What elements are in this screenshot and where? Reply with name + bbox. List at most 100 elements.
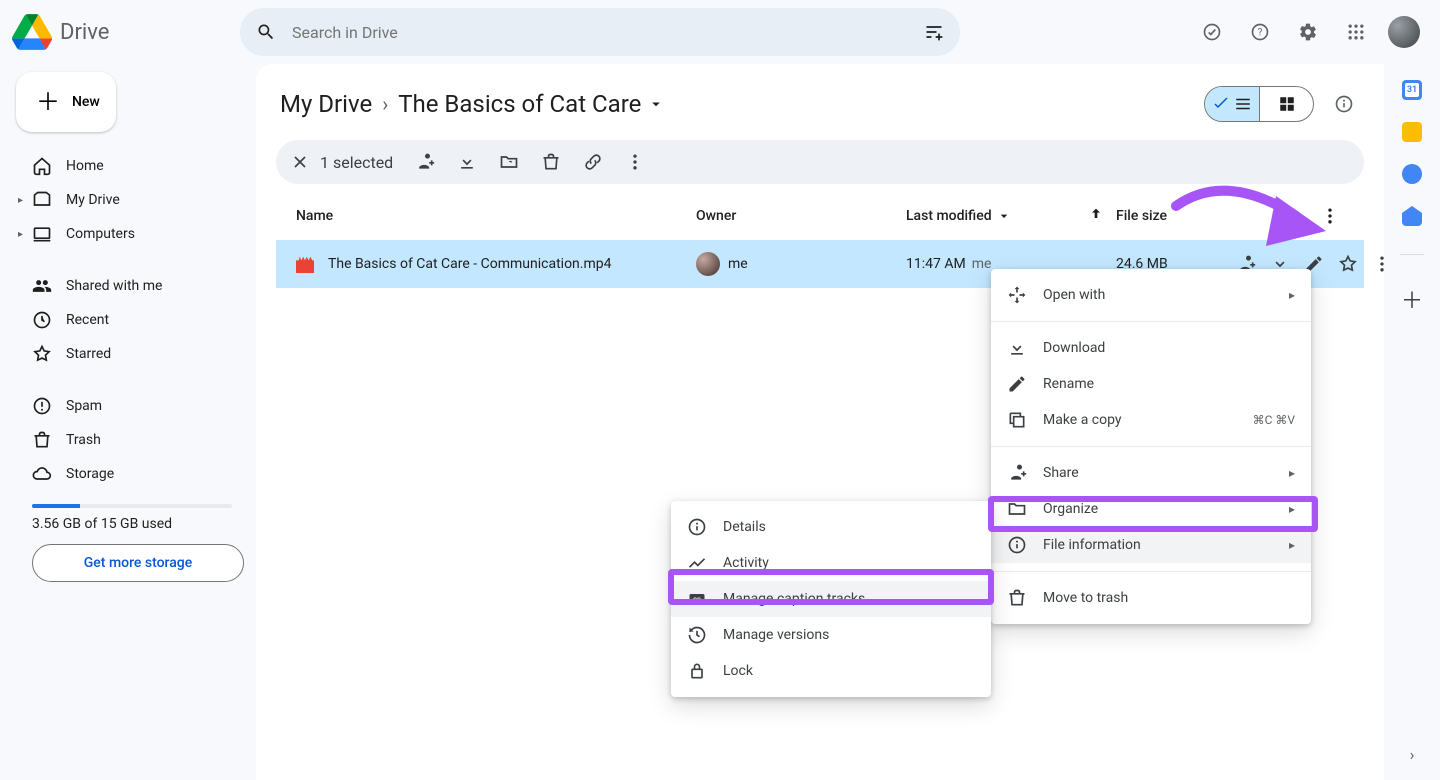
star-icon[interactable] bbox=[1338, 254, 1358, 274]
menu-make-copy[interactable]: Make a copy ⌘C ⌘V bbox=[991, 402, 1311, 438]
sidebar-item-starred[interactable]: Starred bbox=[16, 338, 244, 370]
history-icon bbox=[687, 625, 707, 645]
more-icon[interactable] bbox=[1372, 254, 1392, 274]
new-button[interactable]: ＋ New bbox=[16, 72, 116, 132]
sidebar-item-label: Shared with me bbox=[66, 278, 162, 294]
lock-icon bbox=[687, 661, 707, 681]
grid-view-button[interactable] bbox=[1259, 87, 1313, 121]
search-bar[interactable] bbox=[240, 8, 960, 56]
menu-open-with[interactable]: Open with ▸ bbox=[991, 277, 1311, 313]
column-name[interactable]: Name bbox=[296, 208, 696, 224]
contacts-app-icon[interactable] bbox=[1402, 206, 1422, 226]
folder-icon bbox=[1007, 499, 1027, 519]
apps-icon[interactable] bbox=[1336, 12, 1376, 52]
close-icon[interactable] bbox=[290, 152, 310, 172]
calendar-app-icon[interactable]: 31 bbox=[1402, 80, 1422, 100]
submenu-lock[interactable]: Lock bbox=[671, 653, 991, 689]
home-icon bbox=[32, 156, 52, 176]
share-icon bbox=[1007, 463, 1027, 483]
keep-app-icon[interactable] bbox=[1402, 122, 1422, 142]
delete-icon[interactable] bbox=[541, 152, 561, 172]
sidebar-item-label: Home bbox=[66, 158, 104, 174]
selection-count: 1 selected bbox=[320, 153, 393, 172]
link-icon[interactable] bbox=[583, 152, 603, 172]
chevron-right-icon: ▸ bbox=[1289, 288, 1295, 302]
column-size[interactable]: File size bbox=[1116, 208, 1236, 224]
chevron-down-icon bbox=[996, 208, 1012, 224]
info-icon bbox=[1007, 535, 1027, 555]
download-icon[interactable] bbox=[457, 152, 477, 172]
share-icon[interactable] bbox=[415, 152, 435, 172]
get-storage-button[interactable]: Get more storage bbox=[32, 544, 244, 582]
svg-text:CC: CC bbox=[693, 598, 701, 604]
chevron-right-icon: ▸ bbox=[1289, 466, 1295, 480]
kbd-shortcut: ⌘C ⌘V bbox=[1253, 413, 1295, 427]
tune-icon[interactable] bbox=[924, 22, 944, 42]
expand-icon[interactable]: ▸ bbox=[18, 229, 23, 240]
sidebar-item-spam[interactable]: Spam bbox=[16, 390, 244, 422]
submenu-manage-caption-tracks[interactable]: CC Manage caption tracks bbox=[671, 581, 991, 617]
info-panel-button[interactable] bbox=[1324, 84, 1364, 124]
chevron-right-icon: ▸ bbox=[1289, 538, 1295, 552]
hide-panel-button[interactable]: › bbox=[1410, 745, 1415, 764]
cloud-icon bbox=[32, 464, 52, 484]
menu-rename[interactable]: Rename bbox=[991, 366, 1311, 402]
product-name: Drive bbox=[60, 20, 109, 45]
breadcrumb-root[interactable]: My Drive bbox=[276, 86, 376, 122]
get-addons-button[interactable]: ＋ bbox=[1401, 283, 1423, 315]
search-input[interactable] bbox=[292, 23, 908, 42]
sidebar-item-computers[interactable]: ▸ Computers bbox=[16, 218, 244, 250]
chevron-right-icon: › bbox=[382, 92, 388, 116]
drive-icon bbox=[12, 12, 52, 52]
sidebar-item-label: My Drive bbox=[66, 192, 120, 208]
file-owner: me bbox=[728, 256, 748, 272]
menu-move-to-trash[interactable]: Move to trash bbox=[991, 580, 1311, 616]
breadcrumb-current[interactable]: The Basics of Cat Care bbox=[394, 86, 669, 122]
more-icon[interactable] bbox=[1320, 206, 1340, 226]
sidebar-item-recent[interactable]: Recent bbox=[16, 304, 244, 336]
context-menu: Open with ▸ Download Rename Make a copy … bbox=[991, 269, 1311, 624]
sort-direction[interactable] bbox=[1076, 206, 1116, 226]
menu-file-information[interactable]: File information ▸ bbox=[991, 527, 1311, 563]
rename-icon bbox=[1007, 374, 1027, 394]
submenu-details[interactable]: Details bbox=[671, 509, 991, 545]
tasks-app-icon[interactable] bbox=[1402, 164, 1422, 184]
ready-offline-icon[interactable] bbox=[1192, 12, 1232, 52]
sidebar-item-label: Trash bbox=[66, 432, 101, 448]
sidebar-item-label: Recent bbox=[66, 312, 109, 328]
submenu-manage-versions[interactable]: Manage versions bbox=[671, 617, 991, 653]
right-side-panel: 31 ＋ › bbox=[1384, 64, 1440, 780]
sidebar-item-home[interactable]: Home bbox=[16, 150, 244, 182]
support-icon[interactable]: ? bbox=[1240, 12, 1280, 52]
owner-avatar bbox=[696, 252, 720, 276]
settings-icon[interactable] bbox=[1288, 12, 1328, 52]
move-icon[interactable] bbox=[499, 152, 519, 172]
menu-organize[interactable]: Organize ▸ bbox=[991, 491, 1311, 527]
column-owner[interactable]: Owner bbox=[696, 208, 906, 224]
sidebar-item-shared[interactable]: Shared with me bbox=[16, 270, 244, 302]
sidebar-item-label: Computers bbox=[66, 226, 135, 242]
drive-folder-icon bbox=[32, 190, 52, 210]
expand-icon[interactable]: ▸ bbox=[18, 195, 23, 206]
people-icon bbox=[32, 276, 52, 296]
menu-download[interactable]: Download bbox=[991, 330, 1311, 366]
chevron-right-icon: ▸ bbox=[1289, 502, 1295, 516]
drive-logo[interactable]: Drive bbox=[12, 12, 232, 52]
sidebar-item-trash[interactable]: Trash bbox=[16, 424, 244, 456]
trash-icon bbox=[32, 430, 52, 450]
sidebar-item-my-drive[interactable]: ▸ My Drive bbox=[16, 184, 244, 216]
info-icon bbox=[687, 517, 707, 537]
list-view-button[interactable] bbox=[1205, 87, 1259, 121]
video-file-icon bbox=[296, 255, 314, 273]
account-avatar[interactable] bbox=[1384, 12, 1424, 52]
menu-share[interactable]: Share ▸ bbox=[991, 455, 1311, 491]
breadcrumbs: My Drive › The Basics of Cat Care bbox=[276, 86, 669, 122]
column-modified[interactable]: Last modified bbox=[906, 208, 1076, 224]
storage-text: 3.56 GB of 15 GB used bbox=[32, 516, 244, 532]
submenu-activity[interactable]: Activity bbox=[671, 545, 991, 581]
more-icon[interactable] bbox=[625, 152, 645, 172]
plus-icon: ＋ bbox=[36, 90, 60, 114]
sidebar-item-label: Spam bbox=[66, 398, 102, 414]
breadcrumb-current-label: The Basics of Cat Care bbox=[398, 90, 641, 118]
sidebar-item-storage[interactable]: Storage bbox=[16, 458, 244, 490]
